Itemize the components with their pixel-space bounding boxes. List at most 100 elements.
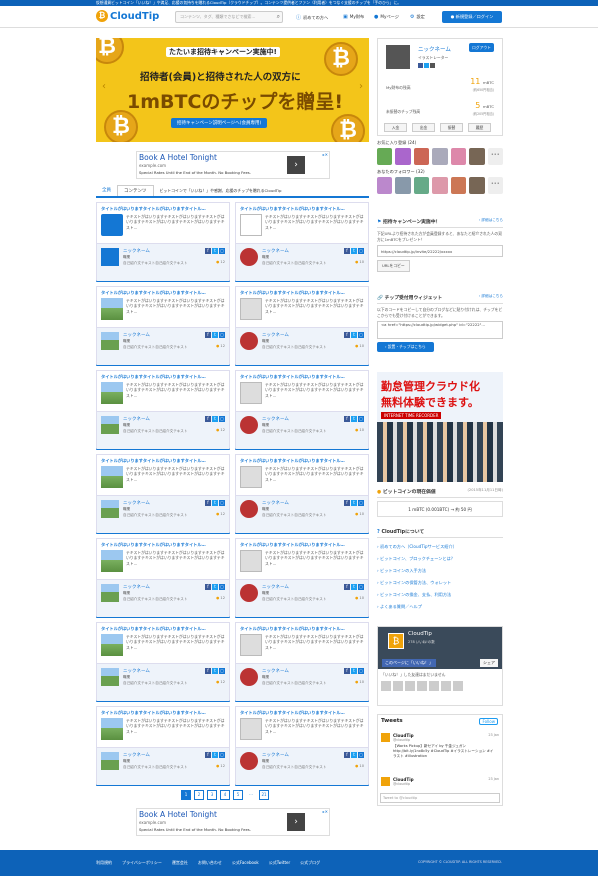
card-title[interactable]: タイトルがはいりますタイトルがはいりますタイトル…: [101, 710, 206, 716]
favorite-thumb[interactable]: [469, 148, 485, 165]
nav-my-page[interactable]: ● Myページ: [374, 14, 399, 20]
follower-thumb[interactable]: [377, 177, 393, 194]
facebook-icon[interactable]: [418, 63, 423, 68]
footer-link[interactable]: プライバシーポリシー: [122, 860, 162, 866]
card-title[interactable]: タイトルがはいりますタイトルがはいりますタイトル…: [101, 206, 206, 212]
campaign-banner[interactable]: ₿ ₿ ₿ ₿ たたいま招待キャンペーン実施中! 招待者(会員)と招待された人の…: [96, 38, 369, 142]
profile-name[interactable]: ニックネーム: [418, 45, 451, 53]
share-icon[interactable]: ▢: [358, 332, 364, 338]
avatar[interactable]: [240, 248, 258, 266]
share-icon[interactable]: ▢: [219, 584, 225, 590]
card-title[interactable]: タイトルがはいりますタイトルがはいりますタイトル…: [240, 206, 345, 212]
face-thumb[interactable]: [429, 681, 439, 691]
avatar[interactable]: [101, 500, 119, 518]
chevron-right-icon[interactable]: ›: [359, 81, 363, 92]
card-user-name[interactable]: ニックネーム: [262, 332, 289, 338]
tweet-input[interactable]: Tweet to @cloudtip: [380, 793, 500, 803]
card-thumbnail[interactable]: [101, 718, 123, 740]
favorite-thumb[interactable]: [432, 148, 448, 165]
twitter-icon[interactable]: t: [212, 584, 218, 590]
logout-button[interactable]: ログアウト: [469, 43, 494, 52]
chevron-right-icon[interactable]: ›: [287, 156, 305, 174]
card-thumbnail[interactable]: [101, 214, 123, 236]
facebook-icon[interactable]: f: [344, 500, 350, 506]
favorite-thumb[interactable]: [377, 148, 393, 165]
card-user-name[interactable]: ニックネーム: [123, 500, 150, 506]
twitter-icon[interactable]: [424, 63, 429, 68]
nav-my-wallet[interactable]: ▣ My財布: [343, 14, 364, 20]
card-title[interactable]: タイトルがはいりますタイトルがはいりますタイトル…: [101, 458, 206, 464]
twitter-icon[interactable]: t: [351, 584, 357, 590]
avatar[interactable]: [101, 416, 119, 434]
facebook-icon[interactable]: f: [205, 584, 211, 590]
tab-all[interactable]: 全員: [96, 185, 117, 196]
card-title[interactable]: タイトルがはいりますタイトルがはいりますタイトル…: [240, 458, 345, 464]
card-user-name[interactable]: ニックネーム: [262, 752, 289, 758]
facebook-icon[interactable]: f: [344, 416, 350, 422]
card-thumbnail[interactable]: [101, 634, 123, 656]
face-thumb[interactable]: [381, 681, 391, 691]
banner-cta-button[interactable]: 招待キャンペーン説明ページへ(会員専用): [171, 118, 268, 128]
card-user-name[interactable]: ニックネーム: [123, 332, 150, 338]
card-title[interactable]: タイトルがはいりますタイトルがはいりますタイトル…: [240, 290, 345, 296]
facebook-icon[interactable]: f: [205, 668, 211, 674]
avatar[interactable]: [101, 668, 119, 686]
tweet-item[interactable]: CloudTip @cloudtip 23 Jan 【Works Pickup】…: [381, 733, 499, 773]
card-thumbnail[interactable]: [101, 382, 123, 404]
card-thumbnail[interactable]: [240, 718, 262, 740]
avatar[interactable]: [240, 752, 258, 770]
face-thumb[interactable]: [405, 681, 415, 691]
page-button[interactable]: 5: [233, 790, 243, 800]
avatar[interactable]: [101, 752, 119, 770]
avatar[interactable]: [240, 416, 258, 434]
face-thumb[interactable]: [393, 681, 403, 691]
card-user-name[interactable]: ニックネーム: [262, 500, 289, 506]
share-icon[interactable]: ▢: [219, 500, 225, 506]
share-icon[interactable]: ▢: [219, 416, 225, 422]
card-thumbnail[interactable]: [240, 214, 262, 236]
twitter-icon[interactable]: t: [212, 416, 218, 422]
register-login-button[interactable]: ● 新規登録／ログイン: [442, 11, 502, 23]
card-user-name[interactable]: ニックネーム: [123, 584, 150, 590]
share-icon[interactable]: ▢: [219, 668, 225, 674]
facebook-icon[interactable]: f: [205, 416, 211, 422]
home-icon[interactable]: [430, 63, 435, 68]
share-icon[interactable]: ▢: [358, 668, 364, 674]
ad-choices-icon[interactable]: ▸✕: [323, 809, 328, 814]
content-card[interactable]: タイトルがはいりますタイトルがはいりますタイトル… テキストがはいりますテキスト…: [96, 370, 230, 450]
share-icon[interactable]: ▢: [358, 500, 364, 506]
twitter-icon[interactable]: t: [212, 752, 218, 758]
twitter-follow-button[interactable]: Follow: [479, 718, 498, 725]
footer-link[interactable]: 公式Twitter: [269, 860, 290, 866]
card-user-name[interactable]: ニックネーム: [123, 248, 150, 254]
facebook-icon[interactable]: f: [344, 332, 350, 338]
card-title[interactable]: タイトルがはいりますタイトルがはいりますタイトル…: [240, 542, 345, 548]
twitter-icon[interactable]: t: [351, 752, 357, 758]
ad-banner-side[interactable]: 勤怠管理クラウド化 無料体験できます。 INTERNET TIME RECORD…: [377, 372, 503, 482]
footer-link[interactable]: お問い合わせ: [198, 860, 222, 866]
deposit-button[interactable]: 入金: [384, 123, 407, 132]
card-title[interactable]: タイトルがはいりますタイトルがはいりますタイトル…: [240, 710, 345, 716]
favorite-thumb[interactable]: [395, 148, 411, 165]
card-thumbnail[interactable]: [101, 466, 123, 488]
page-button[interactable]: 3: [207, 790, 217, 800]
twitter-icon[interactable]: t: [212, 248, 218, 254]
ad-banner-bottom[interactable]: Book A Hotel Tonight example.com Special…: [136, 808, 330, 836]
card-user-name[interactable]: ニックネーム: [262, 248, 289, 254]
facebook-icon[interactable]: f: [205, 500, 211, 506]
invite-url-field[interactable]: https://cloudtip.jp/invite/22222/xxxxx: [377, 245, 503, 257]
content-card[interactable]: タイトルがはいりますタイトルがはいりますタイトル… テキストがはいりますテキスト…: [235, 202, 369, 282]
facebook-icon[interactable]: f: [205, 752, 211, 758]
content-card[interactable]: タイトルがはいりますタイトルがはいりますタイトル… テキストがはいりますテキスト…: [96, 538, 230, 618]
more-icon[interactable]: •••: [487, 177, 503, 194]
follower-thumb[interactable]: [450, 177, 467, 194]
page-button[interactable]: 4: [220, 790, 230, 800]
content-card[interactable]: タイトルがはいりますタイトルがはいりますタイトル… テキストがはいりますテキスト…: [96, 454, 230, 534]
content-card[interactable]: タイトルがはいりますタイトルがはいりますタイトル… テキストがはいりますテキスト…: [96, 706, 230, 786]
page-button[interactable]: 21: [259, 790, 269, 800]
card-title[interactable]: タイトルがはいりますタイトルがはいりますタイトル…: [240, 626, 345, 632]
facebook-icon[interactable]: f: [205, 248, 211, 254]
copy-url-button[interactable]: URLをコピー: [377, 260, 410, 272]
card-title[interactable]: タイトルがはいりますタイトルがはいりますタイトル…: [101, 626, 206, 632]
avatar[interactable]: [386, 45, 410, 69]
